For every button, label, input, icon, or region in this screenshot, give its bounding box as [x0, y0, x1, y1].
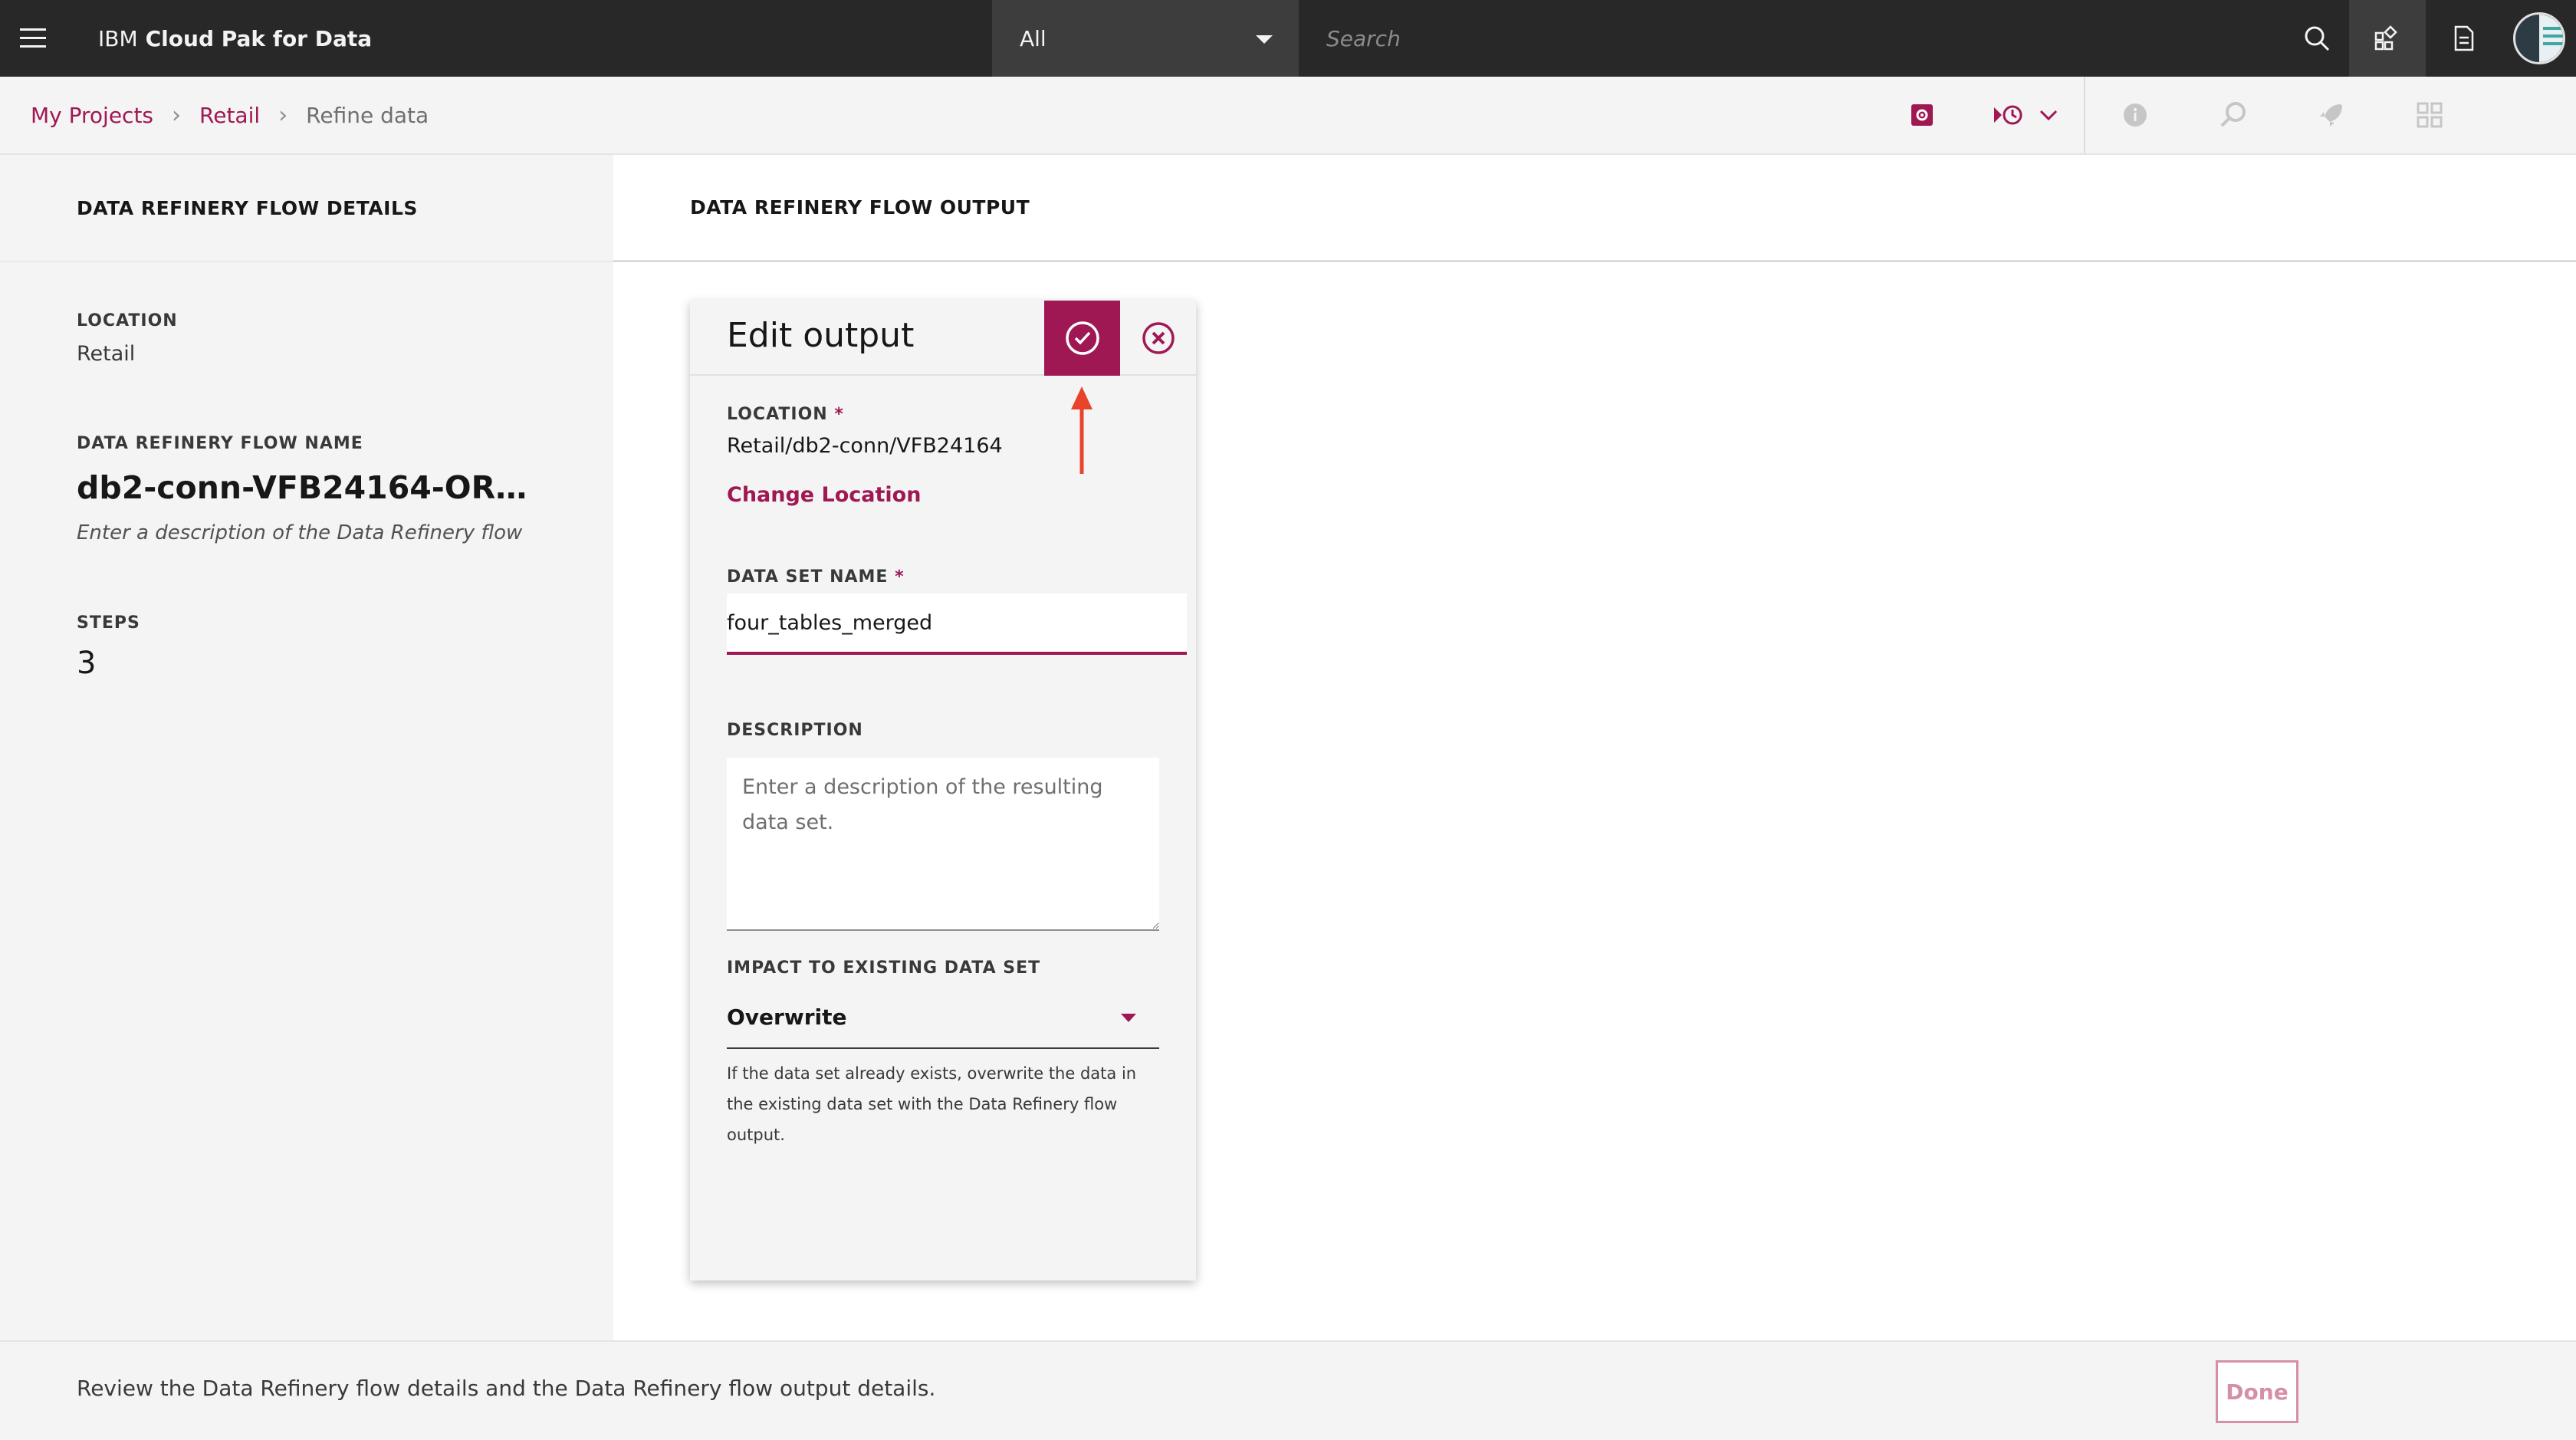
cancel-button[interactable] [1120, 301, 1196, 376]
breadcrumb-retail[interactable]: Retail [199, 103, 260, 128]
dataset-name-label: DATA SET NAME * [727, 567, 905, 587]
info-icon[interactable] [2114, 77, 2156, 153]
impact-selected-value: Overwrite [727, 1004, 847, 1030]
flow-description[interactable]: Enter a description of the Data Refinery… [77, 521, 522, 544]
catalog-icon[interactable] [2349, 0, 2426, 77]
breadcrumb: My Projects › Retail › Refine data [31, 77, 429, 153]
search-icon[interactable] [2285, 0, 2349, 77]
run-history-icon[interactable] [1989, 77, 2030, 153]
description-label: DESCRIPTION [727, 721, 863, 740]
edit-output-card: Edit output LOCATION * Retail/db2-conn/V… [690, 301, 1196, 1281]
toolbar-divider [2084, 77, 2085, 153]
close-circle-icon [1142, 322, 1175, 354]
change-location-link[interactable]: Change Location [727, 483, 921, 507]
deploy-icon[interactable] [2311, 77, 2352, 153]
flow-details-panel: DATA REFINERY FLOW DETAILS LOCATION Reta… [0, 155, 613, 1340]
settings-icon[interactable] [1901, 77, 1943, 153]
edit-output-header: Edit output [690, 301, 1196, 376]
flow-name-label: DATA REFINERY FLOW NAME [77, 434, 363, 453]
grid-view-icon[interactable] [2409, 77, 2450, 153]
dataset-name-input[interactable] [727, 593, 1187, 655]
output-location-label: LOCATION * [727, 405, 844, 424]
breadcrumb-my-projects[interactable]: My Projects [31, 103, 153, 128]
flow-name[interactable]: db2-conn-VFB24164-ORD... [77, 469, 537, 506]
location-label: LOCATION [77, 311, 178, 330]
chevron-down-icon[interactable] [2033, 77, 2064, 153]
document-icon[interactable] [2426, 0, 2502, 77]
steps-label: STEPS [77, 613, 140, 633]
impact-helper-text: If the data set already exists, overwrit… [727, 1064, 1137, 1144]
product-name[interactable]: IBM Cloud Pak for Data [98, 0, 372, 77]
output-location-value: Retail/db2-conn/VFB24164 [727, 434, 1003, 458]
global-search [1299, 0, 2349, 77]
caret-down-icon [1256, 35, 1273, 44]
global-header: IBM Cloud Pak for Data All [0, 0, 2576, 77]
flow-details-heading: DATA REFINERY FLOW DETAILS [0, 155, 613, 262]
brand-name: Cloud Pak for Data [145, 25, 373, 51]
dataset-name-label-text: DATA SET NAME [727, 567, 889, 587]
footer-bar: Review the Data Refinery flow details an… [0, 1340, 2576, 1440]
brand-prefix: IBM [98, 25, 138, 51]
location-value: Retail [77, 342, 136, 366]
annotation-arrow [1071, 386, 1092, 474]
required-mark: * [834, 405, 844, 424]
chevron-right-icon: › [172, 101, 182, 129]
search-scope-value: All [1020, 25, 1046, 51]
edit-output-title: Edit output [727, 316, 915, 355]
user-avatar[interactable] [2502, 0, 2576, 77]
confirm-button[interactable] [1044, 301, 1120, 376]
search-input[interactable] [1325, 15, 2229, 61]
breadcrumb-bar: My Projects › Retail › Refine data [0, 77, 2576, 155]
impact-label: IMPACT TO EXISTING DATA SET [727, 958, 1041, 978]
caret-down-icon [1121, 1014, 1136, 1022]
search-data-icon[interactable] [2213, 77, 2254, 153]
breadcrumb-current: Refine data [306, 102, 429, 128]
impact-select[interactable]: Overwrite [727, 986, 1159, 1049]
description-textarea[interactable] [727, 758, 1159, 931]
checkmark-circle-icon [1065, 321, 1099, 355]
output-location-label-text: LOCATION [727, 405, 828, 424]
menu-icon[interactable] [0, 0, 66, 77]
footer-message: Review the Data Refinery flow details an… [77, 1376, 936, 1401]
chevron-right-icon: › [278, 101, 288, 129]
flow-output-heading: DATA REFINERY FLOW OUTPUT [613, 155, 2576, 262]
search-scope-dropdown[interactable]: All [992, 0, 1299, 77]
done-button[interactable]: Done [2216, 1360, 2298, 1423]
avatar [2513, 12, 2565, 64]
required-mark: * [895, 567, 905, 587]
steps-count: 3 [77, 646, 97, 681]
